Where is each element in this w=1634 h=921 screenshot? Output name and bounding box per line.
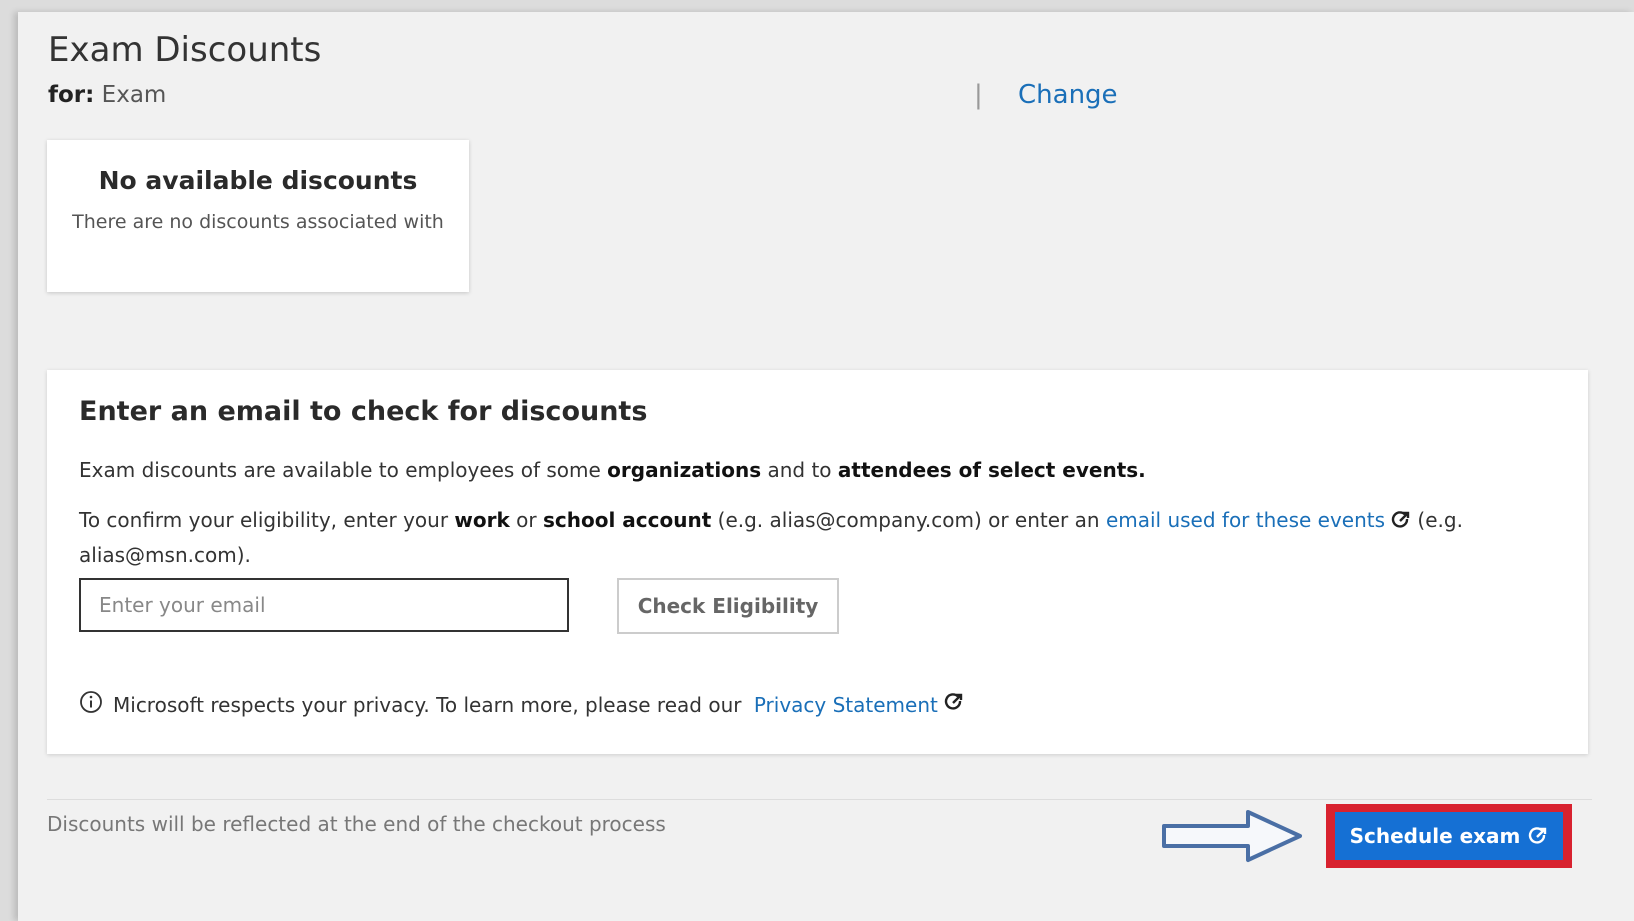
text-segment: To confirm your eligibility, enter your bbox=[79, 508, 455, 532]
exam-name: Exam bbox=[101, 82, 167, 108]
privacy-statement-link[interactable]: Privacy Statement bbox=[754, 693, 938, 717]
no-discounts-card: No available discounts There are no disc… bbox=[47, 140, 469, 292]
attendees-text: attendees of select events. bbox=[837, 458, 1146, 482]
text-segment: or bbox=[509, 508, 543, 532]
arrow-right-icon bbox=[1160, 808, 1306, 868]
external-link-icon[interactable] bbox=[1391, 507, 1411, 539]
text-segment: and to bbox=[761, 458, 838, 482]
page-title: Exam Discounts bbox=[48, 30, 322, 70]
organizations-text: organizations bbox=[607, 458, 762, 482]
exam-discounts-panel: Exam Discounts for: Exam | Change No ava… bbox=[18, 12, 1634, 921]
external-link-icon[interactable] bbox=[944, 692, 964, 717]
schedule-exam-highlight: Schedule exam bbox=[1326, 804, 1572, 868]
text-segment: (e.g. alias@company.com) or enter an bbox=[711, 508, 1106, 532]
eligibility-instructions: To confirm your eligibility, enter your … bbox=[79, 504, 1499, 571]
for-label: for: bbox=[48, 82, 95, 108]
privacy-text: Microsoft respects your privacy. To lear… bbox=[113, 692, 748, 717]
privacy-notice: Microsoft respects your privacy. To lear… bbox=[79, 690, 964, 719]
info-icon bbox=[79, 690, 103, 719]
no-discounts-text: There are no discounts associated with bbox=[72, 211, 444, 233]
email-card-heading: Enter an email to check for discounts bbox=[79, 396, 648, 427]
exam-subtitle: for: Exam bbox=[48, 82, 166, 108]
schedule-exam-button[interactable]: Schedule exam bbox=[1335, 812, 1563, 860]
email-input[interactable] bbox=[79, 578, 569, 632]
pipe-separator: | bbox=[974, 80, 983, 110]
checkout-note: Discounts will be reflected at the end o… bbox=[47, 812, 666, 836]
schedule-exam-label: Schedule exam bbox=[1349, 824, 1521, 848]
text-segment: Exam discounts are available to employee… bbox=[79, 458, 608, 482]
events-email-link[interactable]: email used for these events bbox=[1106, 508, 1385, 532]
check-eligibility-button[interactable]: Check Eligibility bbox=[617, 578, 839, 634]
work-text: work bbox=[454, 508, 510, 532]
email-check-card: Enter an email to check for discounts Ex… bbox=[47, 370, 1588, 754]
school-account-text: school account bbox=[543, 508, 712, 532]
change-link[interactable]: Change bbox=[1018, 80, 1118, 110]
footer-divider bbox=[47, 799, 1592, 800]
external-link-icon bbox=[1528, 826, 1548, 846]
no-discounts-heading: No available discounts bbox=[98, 166, 418, 195]
discount-availability-text: Exam discounts are available to employee… bbox=[79, 458, 1146, 482]
